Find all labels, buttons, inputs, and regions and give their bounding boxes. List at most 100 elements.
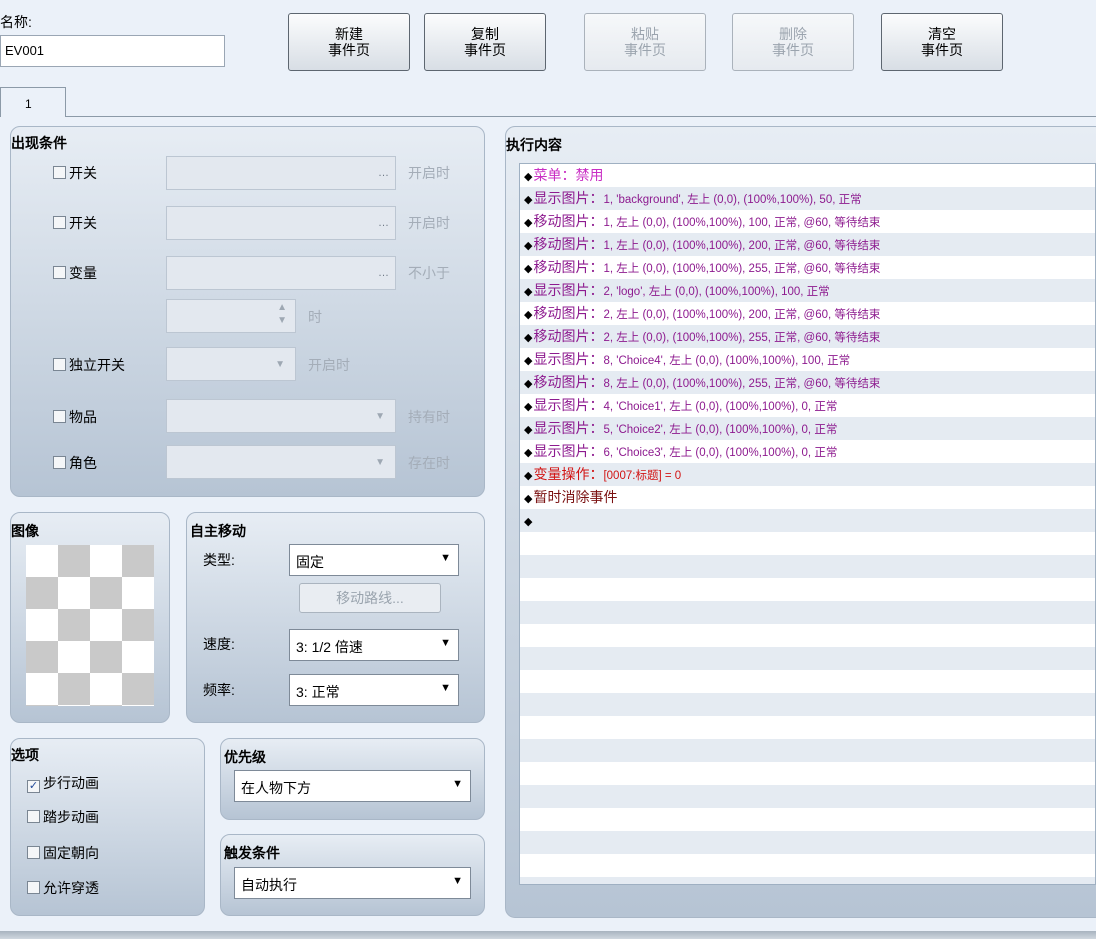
check-icon[interactable]: ✓ (27, 780, 40, 793)
command-name: 显示图片： (533, 420, 604, 436)
list-item[interactable] (520, 555, 1095, 578)
command-args: 2, 左上 (0,0), (100%,100%), 200, 正常, @60, … (603, 309, 881, 321)
checkbox-box[interactable] (53, 456, 66, 469)
command-name: 显示图片： (533, 282, 604, 298)
list-item[interactable] (520, 785, 1095, 808)
self-switch-suffix: 开启时 (308, 357, 350, 373)
variable-value-spinner[interactable]: ▲ ▼ (166, 299, 296, 333)
command-name: 移动图片： (533, 328, 604, 344)
list-item[interactable]: ◆变量操作：[0007:标题] = 0 (520, 463, 1095, 486)
list-item[interactable]: ◆移动图片：1, 左上 (0,0), (100%,100%), 200, 正常,… (520, 233, 1095, 256)
list-item[interactable]: ◆移动图片：2, 左上 (0,0), (100%,100%), 200, 正常,… (520, 302, 1095, 325)
checkbox-box[interactable] (27, 810, 40, 823)
switch2-checkbox[interactable]: 开关 (53, 213, 97, 233)
list-item[interactable]: ◆移动图片：8, 左上 (0,0), (100%,100%), 255, 正常,… (520, 371, 1095, 394)
list-item[interactable]: ◆ (520, 509, 1095, 532)
list-item[interactable]: ◆显示图片：2, 'logo', 左上 (0,0), (100%,100%), … (520, 279, 1095, 302)
list-item[interactable]: ◆显示图片：6, 'Choice3', 左上 (0,0), (100%,100%… (520, 440, 1095, 463)
list-item[interactable] (520, 739, 1095, 762)
item-checkbox[interactable]: 物品 (53, 407, 97, 427)
checkbox-box[interactable] (53, 166, 66, 179)
checkbox-box[interactable] (53, 266, 66, 279)
through-checkbox[interactable]: 允许穿透 (27, 878, 99, 898)
actor-checkbox[interactable]: 角色 (53, 453, 97, 473)
variable-field[interactable]: … (166, 256, 396, 290)
command-list[interactable]: ◆菜单：禁用 ◆显示图片：1, 'background', 左上 (0,0), … (519, 163, 1096, 885)
list-item[interactable] (520, 532, 1095, 555)
diamond-icon: ◆ (524, 470, 533, 482)
clear-page-button[interactable]: 清空 事件页 (881, 13, 1003, 71)
direction-fix-checkbox[interactable]: 固定朝向 (27, 843, 99, 863)
tab-page-1[interactable]: 1 (0, 87, 66, 117)
switch1-label: 开关 (69, 165, 97, 181)
variable-label: 变量 (69, 265, 97, 281)
list-item[interactable] (520, 831, 1095, 854)
item-select[interactable]: ▼ (166, 399, 396, 433)
list-item[interactable]: ◆暂时消除事件 (520, 486, 1095, 509)
switch1-checkbox[interactable]: 开关 (53, 163, 97, 183)
spin-up-icon[interactable]: ▲ (277, 302, 287, 313)
walking-anim-checkbox[interactable]: ✓ 步行动画 (27, 773, 99, 793)
command-args: 1, 左上 (0,0), (100%,100%), 100, 正常, @60, … (603, 217, 881, 229)
list-item[interactable]: ◆显示图片：4, 'Choice1', 左上 (0,0), (100%,100%… (520, 394, 1095, 417)
variable-checkbox[interactable]: 变量 (53, 263, 97, 283)
list-item[interactable] (520, 578, 1095, 601)
list-item[interactable] (520, 601, 1095, 624)
list-item[interactable]: ◆显示图片：8, 'Choice4', 左上 (0,0), (100%,100%… (520, 348, 1095, 371)
switch2-suffix: 开启时 (408, 215, 450, 231)
checkbox-box[interactable] (53, 410, 66, 423)
type-select[interactable]: 固定 ▼ (289, 544, 459, 576)
list-item[interactable] (520, 693, 1095, 716)
switch2-field[interactable]: … (166, 206, 396, 240)
new-page-button[interactable]: 新建 事件页 (288, 13, 410, 71)
actor-select[interactable]: ▼ (166, 445, 396, 479)
list-item[interactable] (520, 808, 1095, 831)
stepping-anim-checkbox[interactable]: 踏步动画 (27, 807, 99, 827)
chevron-down-icon: ▼ (440, 552, 451, 564)
event-name-input[interactable]: EV001 (0, 35, 225, 67)
diamond-icon: ◆ (524, 286, 533, 298)
paste-page-button[interactable]: 粘贴 事件页 (584, 13, 706, 71)
list-item[interactable]: ◆移动图片：1, 左上 (0,0), (100%,100%), 100, 正常,… (520, 210, 1095, 233)
command-args: 2, 'logo', 左上 (0,0), (100%,100%), 100, 正… (603, 286, 830, 298)
event-image-preview[interactable] (26, 545, 154, 706)
priority-select[interactable]: 在人物下方 ▼ (234, 770, 471, 802)
list-item[interactable] (520, 877, 1095, 884)
list-item[interactable] (520, 624, 1095, 647)
diamond-icon: ◆ (524, 516, 533, 528)
self-switch-select[interactable]: ▼ (166, 347, 296, 381)
list-item[interactable] (520, 762, 1095, 785)
trigger-select[interactable]: 自动执行 ▼ (234, 867, 471, 899)
option-label: 固定朝向 (43, 845, 99, 861)
list-item[interactable] (520, 647, 1095, 670)
command-name: 显示图片： (533, 443, 604, 459)
spin-down-icon[interactable]: ▼ (277, 315, 287, 326)
copy-page-button-line2: 事件页 (464, 42, 506, 58)
chevron-down-icon: ▼ (375, 411, 385, 422)
self-switch-checkbox[interactable]: 独立开关 (53, 355, 125, 375)
frequency-select[interactable]: 3: 正常 ▼ (289, 674, 459, 706)
list-item[interactable] (520, 716, 1095, 739)
type-label: 类型: (203, 552, 235, 568)
list-item[interactable]: ◆显示图片：1, 'background', 左上 (0,0), (100%,1… (520, 187, 1095, 210)
command-args: 8, 左上 (0,0), (100%,100%), 255, 正常, @60, … (603, 378, 881, 390)
checkbox-box[interactable] (53, 358, 66, 371)
list-item[interactable]: ◆移动图片：2, 左上 (0,0), (100%,100%), 255, 正常,… (520, 325, 1095, 348)
checkbox-box[interactable] (53, 216, 66, 229)
copy-page-button[interactable]: 复制 事件页 (424, 13, 546, 71)
list-item[interactable] (520, 670, 1095, 693)
checkbox-box[interactable] (27, 881, 40, 894)
delete-page-button[interactable]: 删除 事件页 (732, 13, 854, 71)
list-item[interactable]: ◆移动图片：1, 左上 (0,0), (100%,100%), 255, 正常,… (520, 256, 1095, 279)
list-item[interactable] (520, 854, 1095, 877)
delete-page-button-line2: 事件页 (772, 42, 814, 58)
command-name: 菜单：禁用 (533, 167, 604, 183)
conditions-panel: 出现条件 开关 … 开启时 开关 … 开启时 变量 … 不小于 ▲ ▼ 时 独立… (10, 126, 485, 497)
switch1-field[interactable]: … (166, 156, 396, 190)
list-item[interactable]: ◆菜单：禁用 (520, 164, 1095, 187)
checkbox-box[interactable] (27, 846, 40, 859)
chevron-down-icon: ▼ (452, 778, 463, 790)
speed-select[interactable]: 3: 1/2 倍速 ▼ (289, 629, 459, 661)
move-route-button[interactable]: 移动路线... (299, 583, 441, 613)
list-item[interactable]: ◆显示图片：5, 'Choice2', 左上 (0,0), (100%,100%… (520, 417, 1095, 440)
